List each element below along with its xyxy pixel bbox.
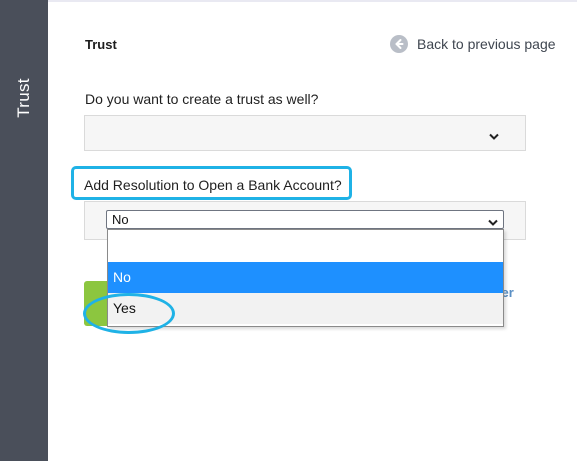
sidebar-section-label[interactable]: Trust xyxy=(14,78,34,118)
resolution-select[interactable]: No xyxy=(106,210,504,229)
option-no[interactable]: No xyxy=(108,262,503,293)
resolution-select-value: No xyxy=(112,212,129,227)
arrow-left-circle-icon xyxy=(390,35,408,53)
option-empty[interactable] xyxy=(108,231,503,262)
top-divider xyxy=(48,0,577,2)
back-link-label: Back to previous page xyxy=(417,36,556,52)
page: Trust Trust Back to previous page Do you… xyxy=(0,0,577,461)
create-trust-question: Do you want to create a trust as well? xyxy=(85,91,319,107)
yes-option-callout xyxy=(83,293,175,334)
back-to-previous-page-link[interactable]: Back to previous page xyxy=(390,35,556,53)
create-trust-select[interactable] xyxy=(84,115,526,151)
chevron-down-icon xyxy=(488,215,498,230)
section-title: Trust xyxy=(85,37,117,52)
sidebar: Trust xyxy=(0,0,48,461)
resolution-question-callout xyxy=(71,166,352,200)
chevron-down-icon xyxy=(489,128,499,146)
